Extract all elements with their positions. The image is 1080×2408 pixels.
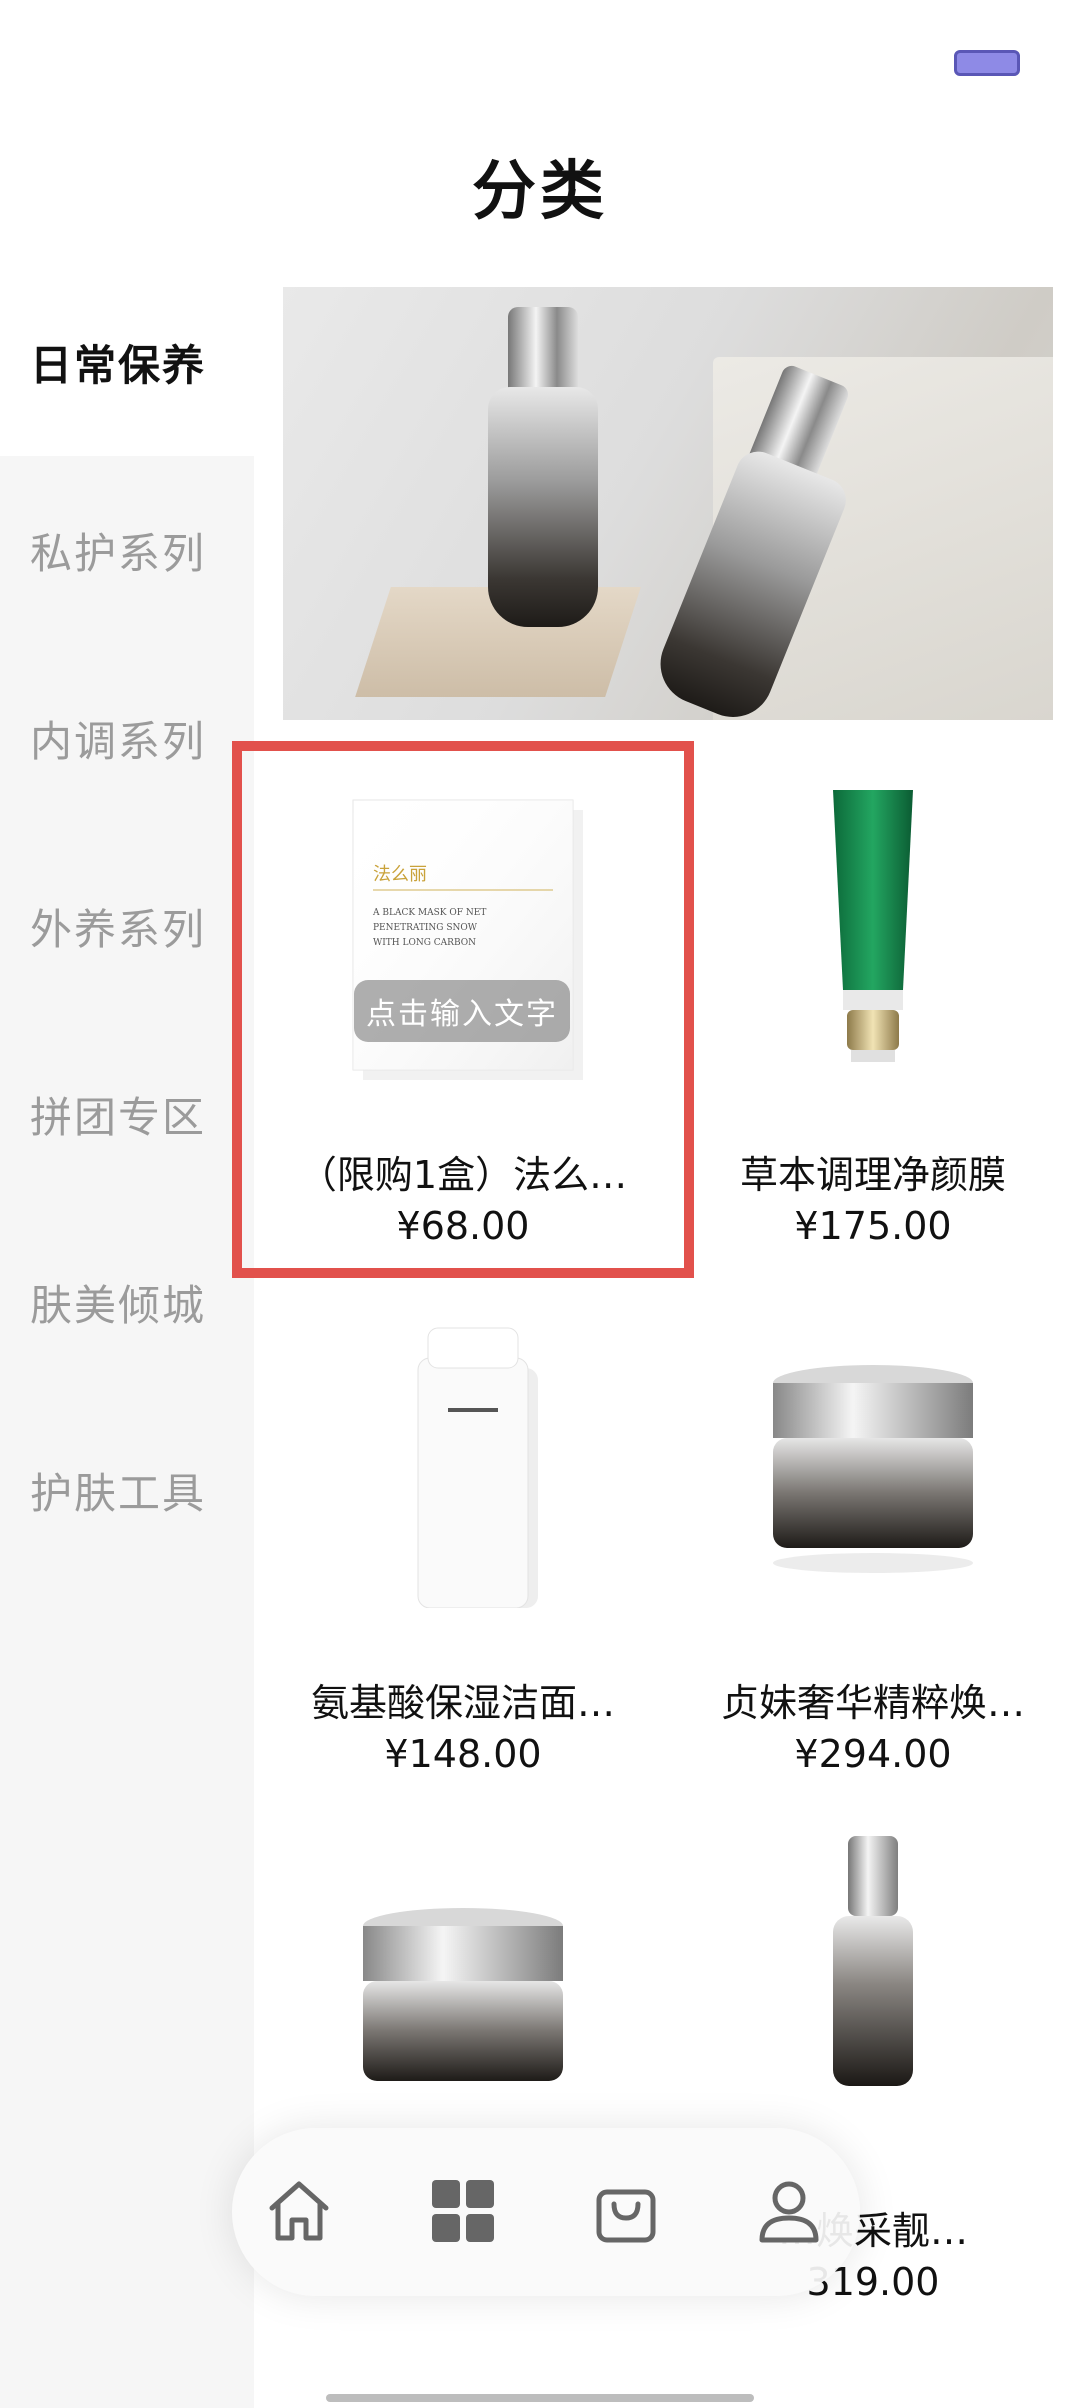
user-icon (759, 2181, 819, 2243)
product-card[interactable]: 草本调理净颜膜 ¥175.00 (673, 760, 1073, 1260)
category-sidebar: 日常保养 私护系列 内调系列 外养系列 拼团专区 肤美倾城 护肤工具 (0, 268, 254, 2408)
sidebar-item-external[interactable]: 外养系列 (0, 832, 254, 1020)
page-title: 分类 (472, 155, 608, 229)
battery-indicator (954, 50, 1020, 76)
sidebar-item-internal[interactable]: 内调系列 (0, 644, 254, 832)
bottom-tab-bar (232, 2128, 860, 2296)
banner-bottle (488, 387, 598, 627)
product-price: ¥294.00 (794, 1732, 952, 1776)
sidebar-item-daily-care[interactable]: 日常保养 (0, 268, 254, 456)
home-indicator (326, 2394, 754, 2402)
product-card[interactable]: 氨基酸保湿洁面… ¥148.00 (263, 1288, 663, 1788)
product-name: 贞妹奢华精粹焕… (720, 1681, 1025, 1725)
product-image-serum-bottle (833, 1836, 913, 2086)
tab-cart[interactable] (585, 2170, 667, 2252)
product-image-tube (833, 790, 913, 1062)
sidebar-item-private-care[interactable]: 私护系列 (0, 456, 254, 644)
bag-icon (596, 2189, 656, 2243)
promo-banner[interactable] (283, 287, 1053, 720)
product-image-cream-jar (363, 1908, 563, 2081)
tab-category[interactable] (422, 2170, 504, 2252)
sidebar-item-tools[interactable]: 护肤工具 (0, 1396, 254, 1584)
product-price: ¥175.00 (794, 1204, 952, 1248)
sidebar-item-skin-beauty[interactable]: 肤美倾城 (0, 1208, 254, 1396)
selection-highlight (232, 741, 694, 1278)
sidebar-item-group-buy[interactable]: 拼团专区 (0, 1020, 254, 1208)
product-price: ¥148.00 (384, 1732, 542, 1776)
grid-icon (432, 2180, 494, 2242)
product-card[interactable]: 贞妹奢华精粹焕… ¥294.00 (673, 1288, 1073, 1788)
product-name: 草本调理净颜膜 (739, 1153, 1006, 1197)
tab-profile[interactable] (748, 2170, 830, 2252)
tab-home[interactable] (258, 2170, 340, 2252)
product-image-foam-bottle (417, 1327, 538, 1608)
product-name: 氨基酸保湿洁面… (310, 1681, 615, 1725)
home-icon (269, 2181, 329, 2241)
product-image-cream-jar (773, 1365, 973, 1573)
